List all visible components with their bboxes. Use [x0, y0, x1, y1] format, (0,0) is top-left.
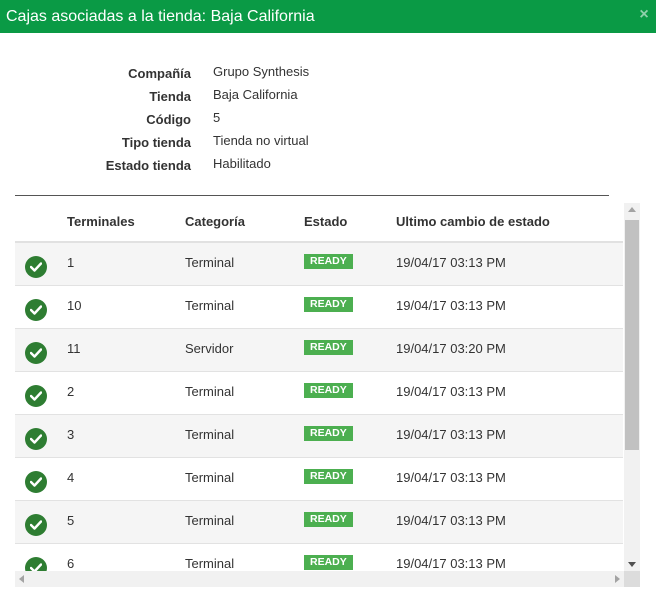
scroll-down-icon[interactable] [628, 562, 636, 567]
table-row[interactable]: 5 Terminal READY 19/04/17 03:13 PM [15, 501, 623, 544]
info-row-store-status: Estado tienda Habilitado [0, 154, 656, 177]
info-row-store: Tienda Baja California [0, 85, 656, 108]
check-circle-icon [25, 342, 47, 364]
cell-fecha: 19/04/17 03:13 PM [396, 298, 506, 313]
cell-fecha: 19/04/17 03:13 PM [396, 513, 506, 528]
vertical-scrollbar[interactable] [624, 203, 640, 571]
scroll-right-icon[interactable] [615, 575, 620, 583]
close-icon[interactable]: × [636, 6, 652, 24]
table-row[interactable]: 3 Terminal READY 19/04/17 03:13 PM [15, 415, 623, 458]
cell-terminal: 4 [67, 470, 75, 485]
cell-categoria: Terminal [185, 556, 235, 571]
info-row-store-type: Tipo tienda Tienda no virtual [0, 131, 656, 154]
info-row-code: Código 5 [0, 108, 656, 131]
cell-terminal: 10 [67, 298, 82, 313]
cell-terminal: 1 [67, 255, 75, 270]
check-circle-icon [25, 471, 47, 493]
status-badge: READY [304, 254, 353, 269]
check-circle-icon [25, 299, 47, 321]
cell-fecha: 19/04/17 03:13 PM [396, 384, 506, 399]
dialog-titlebar: Cajas asociadas a la tienda: Baja Califo… [0, 0, 656, 33]
horizontal-scrollbar[interactable] [15, 571, 624, 587]
info-label: Código [146, 112, 191, 127]
info-value: 5 [213, 110, 221, 125]
cell-terminal: 3 [67, 427, 75, 442]
check-circle-icon [25, 428, 47, 450]
cell-categoria: Terminal [185, 470, 235, 485]
cell-fecha: 19/04/17 03:13 PM [396, 255, 506, 270]
info-label: Estado tienda [105, 158, 191, 173]
cell-categoria: Terminal [185, 513, 235, 528]
cell-categoria: Terminal [185, 255, 235, 270]
cell-terminal: 2 [67, 384, 75, 399]
table-row[interactable]: 10 Terminal READY 19/04/17 03:13 PM [15, 286, 623, 329]
info-value: Grupo Synthesis [213, 64, 310, 79]
cell-fecha: 19/04/17 03:13 PM [396, 470, 506, 485]
scrollbar-corner [624, 571, 640, 587]
status-badge: READY [304, 555, 353, 570]
cell-categoria: Servidor [185, 341, 234, 356]
store-info: Compañía Grupo Synthesis Tienda Baja Cal… [0, 62, 656, 177]
check-circle-icon [25, 385, 47, 407]
scrollbar-thumb[interactable] [625, 220, 639, 450]
cell-categoria: Terminal [185, 384, 235, 399]
status-badge: READY [304, 383, 353, 398]
column-header-ultimo-cambio[interactable]: Ultimo cambio de estado [396, 214, 550, 229]
dialog-title: Cajas asociadas a la tienda: Baja Califo… [6, 8, 315, 25]
info-label: Tienda [149, 89, 191, 104]
table-row[interactable]: 4 Terminal READY 19/04/17 03:13 PM [15, 458, 623, 501]
status-badge: READY [304, 469, 353, 484]
table-row[interactable]: 11 Servidor READY 19/04/17 03:20 PM [15, 329, 623, 372]
cell-fecha: 19/04/17 03:20 PM [396, 341, 506, 356]
terminals-table: Terminales Categoría Estado Ultimo cambi… [15, 203, 640, 588]
status-badge: READY [304, 340, 353, 355]
column-header-terminales[interactable]: Terminales [67, 214, 135, 229]
table-body: 1 Terminal READY 19/04/17 03:13 PM 10 Termina… [15, 243, 623, 587]
table-row[interactable]: 1 Terminal READY 19/04/17 03:13 PM [15, 243, 623, 286]
column-header-estado[interactable]: Estado [304, 214, 347, 229]
table-header: Terminales Categoría Estado Ultimo cambi… [15, 203, 623, 243]
column-header-categoria[interactable]: Categoría [185, 214, 245, 229]
status-badge: READY [304, 426, 353, 441]
status-badge: READY [304, 512, 353, 527]
status-badge: READY [304, 297, 353, 312]
check-circle-icon [25, 256, 47, 278]
table-row[interactable]: 2 Terminal READY 19/04/17 03:13 PM [15, 372, 623, 415]
info-value: Baja California [213, 87, 298, 102]
cell-categoria: Terminal [185, 298, 235, 313]
divider [15, 195, 609, 196]
cell-fecha: 19/04/17 03:13 PM [396, 427, 506, 442]
cell-terminal: 6 [67, 556, 75, 571]
check-circle-icon [25, 514, 47, 536]
cell-categoria: Terminal [185, 427, 235, 442]
info-label: Tipo tienda [121, 135, 191, 150]
info-row-company: Compañía Grupo Synthesis [0, 62, 656, 85]
cell-terminal: 5 [67, 513, 75, 528]
cell-terminal: 11 [67, 341, 81, 356]
info-value: Habilitado [213, 156, 271, 171]
cell-fecha: 19/04/17 03:13 PM [396, 556, 506, 571]
info-label: Compañía [128, 66, 191, 81]
scroll-up-icon[interactable] [628, 207, 636, 212]
scroll-left-icon[interactable] [19, 575, 24, 583]
info-value: Tienda no virtual [213, 133, 309, 148]
